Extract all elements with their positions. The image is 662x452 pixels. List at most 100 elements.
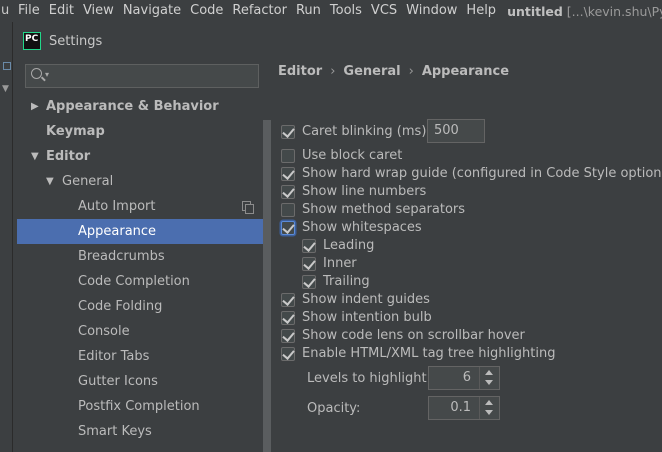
pycharm-logo: PC [23,32,41,50]
option-label[interactable]: Show whitespaces [302,219,422,237]
menu-file[interactable]: File [14,0,44,22]
option-label[interactable]: Show indent guides [302,291,430,309]
option-label[interactable]: Use block caret [302,147,402,165]
increment-arrow-icon[interactable] [485,400,493,405]
menu-code[interactable]: Code [186,0,227,22]
option-checkbox[interactable] [281,311,295,325]
menu-tools[interactable]: Tools [326,0,366,22]
dialog-header: PC Settings [13,22,662,60]
tree-item[interactable]: Code Completion [17,269,267,294]
option-checkbox[interactable] [281,149,295,163]
option-label[interactable]: Inner [323,255,357,273]
option-checkbox[interactable] [281,221,295,235]
collapse-arrow-icon[interactable]: ▼ [31,144,39,169]
option-label[interactable]: Show line numbers [302,183,426,201]
tree-item[interactable]: ▼ Editor [17,144,267,169]
option-checkbox[interactable] [281,329,295,343]
caret-blinking-checkbox[interactable] [281,125,295,139]
option-checkbox[interactable] [302,257,316,271]
tree-item-label: Auto Import [78,199,156,214]
breadcrumb-general[interactable]: General [343,64,400,79]
decrement-arrow-icon[interactable] [485,410,493,415]
pycharm-logo-text: PC [25,34,39,44]
project-icon [3,62,11,70]
tree-item-label: Appearance [78,224,157,239]
tree-item-label: Editor [46,149,91,164]
menu-view[interactable]: View [79,0,118,22]
tree-item-label: Editor Tabs [78,349,150,364]
copy-settings-icon [242,201,254,214]
tree-item[interactable]: ▼ General [17,169,267,194]
breadcrumb-separator: › [330,64,336,79]
tree-item[interactable]: Postfix Completion [17,394,267,419]
levels-to-highlight-stepper[interactable]: 6 [428,366,500,390]
tree-item[interactable]: Console [17,319,267,344]
option-label[interactable]: Trailing [323,273,370,291]
window-edge: u [0,0,14,22]
opacity-stepper[interactable]: 0.1 [428,396,500,420]
tree-item-label: General [62,174,114,189]
menu-edit[interactable]: Edit [45,0,78,22]
menu-window[interactable]: Window [402,0,461,22]
breadcrumb: Editor › General › Appearance [278,64,509,79]
collapse-arrow-icon[interactable]: ▼ [46,169,54,194]
opacity-value[interactable]: 0.1 [450,400,471,415]
option-label[interactable]: Show intention bulb [302,309,432,327]
settings-content-panel: Editor › General › Appearance Caret blinking… [277,60,662,452]
option-label[interactable]: Leading [323,237,374,255]
menu-vcs[interactable]: VCS [367,0,401,22]
tree-item[interactable]: Editor Tabs [17,344,267,369]
option-checkbox[interactable] [302,275,316,289]
option-checkbox[interactable] [281,203,295,217]
tree-item[interactable]: Code Folding [17,294,267,319]
search-options-chevron-icon[interactable]: ▾ [45,70,49,79]
option-checkbox[interactable] [281,167,295,181]
search-icon [31,68,42,79]
breadcrumb-editor[interactable]: Editor [278,64,322,79]
settings-tree: ▶ Appearance & Behavior Keymap ▼ Editor ▼ Gene… [17,94,267,444]
option-checkbox[interactable] [281,185,295,199]
tree-item[interactable]: Smart Keys [17,419,267,444]
tree-item-label: Code Completion [78,274,190,289]
caret-blinking-input[interactable]: 500 [427,119,485,143]
dialog-title: Settings [49,33,103,49]
tree-item-label: Postfix Completion [78,399,200,414]
menu-navigate[interactable]: Navigate [119,0,185,22]
menu-refactor[interactable]: Refactor [228,0,291,22]
project-path: [...\kevin.shu\Pych [566,3,662,19]
option-label[interactable]: Enable HTML/XML tag tree highlighting [302,345,555,363]
increment-arrow-icon[interactable] [485,370,493,375]
tree-item[interactable]: Keymap [17,119,267,144]
menu-run[interactable]: Run [292,0,325,22]
tree-item-label: Gutter Icons [78,374,158,389]
opacity-label: Opacity: [307,401,361,416]
decrement-arrow-icon[interactable] [485,380,493,385]
menu-help[interactable]: Help [462,0,500,22]
opacity-stepper-buttons[interactable] [479,397,499,419]
expand-arrow-icon: ▼ [2,84,9,94]
breadcrumb-separator: › [408,64,414,79]
option-checkbox[interactable] [302,239,316,253]
tree-item-label: Appearance & Behavior [46,99,219,114]
expand-arrow-icon[interactable]: ▶ [31,94,39,119]
settings-search-input[interactable]: ▾ [25,64,259,88]
option-label[interactable]: Show code lens on scrollbar hover [302,327,525,345]
caret-blinking-label: Caret blinking (ms): [302,124,431,139]
option-checkbox[interactable] [281,347,295,361]
settings-dialog: PC Settings ▾ ▶ Appearance & Behavior Keym… [12,22,662,452]
tree-item-label: Console [78,324,130,339]
tree-scrollbar-thumb[interactable] [263,120,271,452]
levels-stepper-buttons[interactable] [479,367,499,389]
option-checkbox[interactable] [281,293,295,307]
tree-item[interactable]: ▶ Appearance & Behavior [17,94,267,119]
ide-side-strip: ▼ [0,22,12,452]
option-label[interactable]: Show method separators [302,201,465,219]
tree-item-label: Keymap [46,124,105,139]
menu-bar: u File Edit View Navigate Code Refactor … [0,0,662,22]
option-label[interactable]: Show hard wrap guide (configured in Code… [302,165,662,183]
tree-item[interactable]: Breadcrumbs [17,244,267,269]
tree-item[interactable]: Appearance [17,219,267,244]
levels-to-highlight-value[interactable]: 6 [463,370,471,385]
tree-item[interactable]: Gutter Icons [17,369,267,394]
tree-item[interactable]: Auto Import [17,194,267,219]
